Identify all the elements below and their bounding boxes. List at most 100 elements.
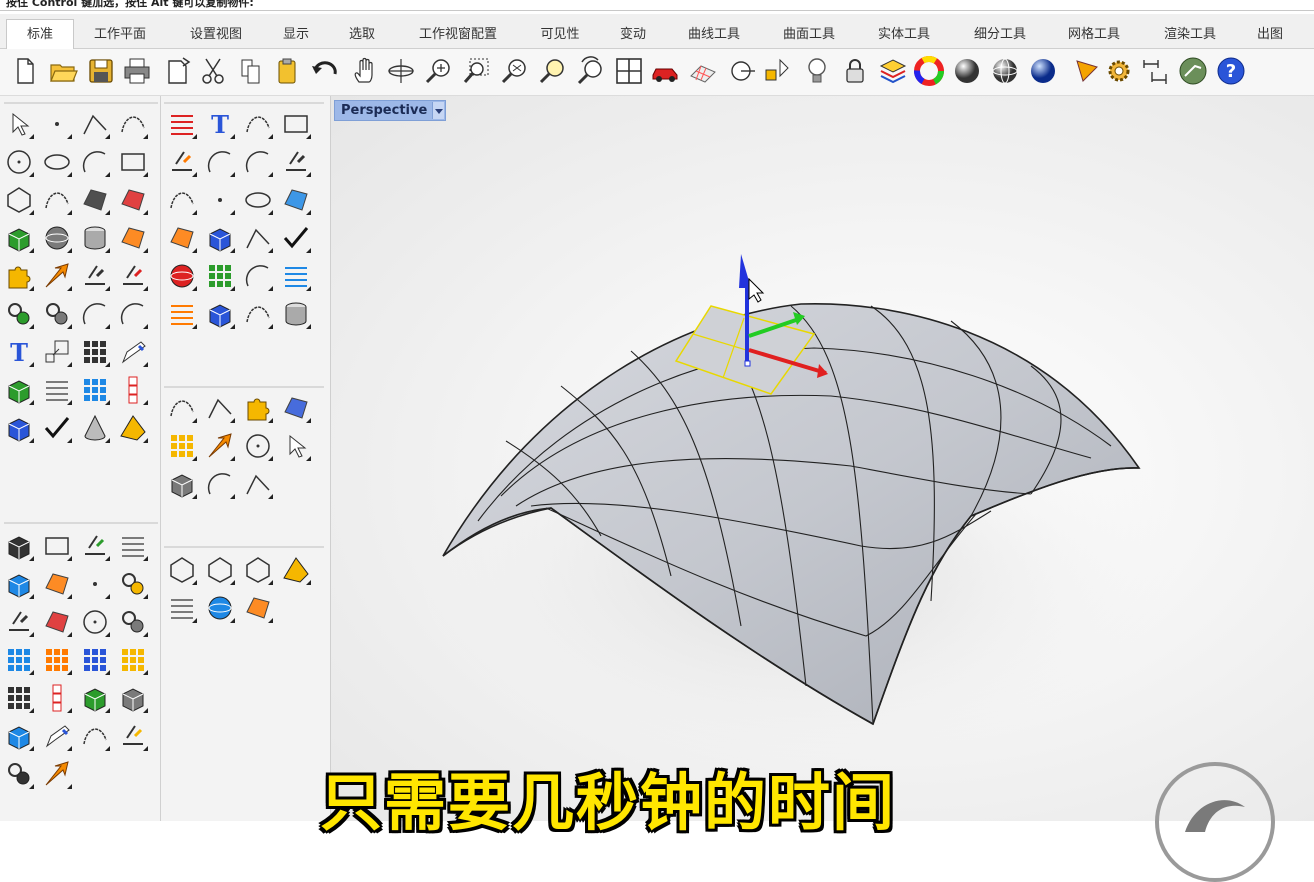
fillet-icon[interactable] — [79, 298, 111, 330]
print-icon[interactable] — [122, 56, 152, 86]
flow-along-icon[interactable] — [166, 392, 198, 424]
zebra-icon[interactable] — [242, 184, 274, 216]
edge-point-icon[interactable] — [242, 222, 274, 254]
surface-extrude-icon[interactable] — [117, 184, 149, 216]
g2-icon[interactable] — [204, 184, 236, 216]
dimension-icon[interactable] — [1140, 56, 1170, 86]
dot-grid-4-icon[interactable] — [117, 644, 149, 676]
points-on-icon[interactable] — [41, 298, 73, 330]
numbering-icon[interactable] — [204, 260, 236, 292]
arc-icon[interactable] — [79, 146, 111, 178]
tab-select[interactable]: 选取 — [340, 21, 384, 48]
surface-corner-icon[interactable] — [79, 184, 111, 216]
continuity-icon[interactable] — [166, 184, 198, 216]
cplane-origin-icon[interactable] — [726, 56, 756, 86]
rendered-sphere-icon[interactable] — [1028, 56, 1058, 86]
list-icon[interactable] — [117, 530, 149, 562]
icosahedron-icon[interactable] — [204, 554, 236, 586]
zoom-extents-icon[interactable] — [500, 56, 530, 86]
area-icon[interactable] — [280, 146, 312, 178]
scale-icon[interactable] — [41, 336, 73, 368]
scatter-icon[interactable] — [79, 568, 111, 600]
squish-icon[interactable] — [280, 392, 312, 424]
explode-icon[interactable] — [41, 260, 73, 292]
paint-bucket-icon[interactable] — [280, 298, 312, 330]
layers-icon[interactable] — [878, 56, 908, 86]
text-icon[interactable]: T — [3, 336, 35, 368]
gumball-origin[interactable] — [744, 360, 751, 367]
explode-text-icon[interactable] — [117, 720, 149, 752]
tab-viewport-layout[interactable]: 工作视窗配置 — [408, 21, 508, 48]
tab-display[interactable]: 显示 — [274, 21, 318, 48]
grasshopper-icon[interactable] — [1178, 56, 1208, 86]
sketch-icon[interactable] — [242, 298, 274, 330]
uv-box-icon[interactable] — [79, 682, 111, 714]
dot-grid-1-icon[interactable] — [3, 644, 35, 676]
check-mark-icon[interactable] — [280, 222, 312, 254]
red-arrow-icon[interactable] — [41, 758, 73, 790]
tab-set-view[interactable]: 设置视图 — [178, 21, 254, 48]
mesh-patch-icon[interactable] — [242, 592, 274, 624]
draft-icon[interactable] — [280, 184, 312, 216]
smart-join-icon[interactable] — [242, 392, 274, 424]
plug-icon[interactable] — [117, 682, 149, 714]
histogram-icon[interactable] — [166, 298, 198, 330]
xyz-icon[interactable]: T — [204, 108, 236, 140]
pan-hand-icon[interactable] — [350, 56, 380, 86]
cylinder-icon[interactable] — [79, 222, 111, 254]
black-square-icon[interactable] — [41, 530, 73, 562]
heart-icon[interactable] — [3, 606, 35, 638]
tab-visibility[interactable]: 可见性 — [530, 21, 590, 48]
tab-drafting[interactable]: 出图 — [1246, 21, 1294, 48]
rotate-360-icon[interactable] — [3, 758, 35, 790]
copy-icon[interactable] — [236, 56, 266, 86]
pick-point-icon[interactable] — [242, 260, 274, 292]
wire-sphere-icon[interactable] — [990, 56, 1020, 86]
control-points-icon[interactable] — [3, 682, 35, 714]
cplane-grid-icon[interactable] — [688, 56, 718, 86]
swirl-icon[interactable] — [117, 568, 149, 600]
sun-icon[interactable] — [79, 606, 111, 638]
join-puzzle-icon[interactable] — [3, 260, 35, 292]
chain-icon[interactable] — [117, 374, 149, 406]
tab-render-tools[interactable]: 渲染工具 — [1152, 21, 1228, 48]
cone-icon[interactable] — [79, 412, 111, 444]
open-folder-icon[interactable] — [48, 56, 78, 86]
spiral-icon[interactable] — [79, 720, 111, 752]
shell-select-icon[interactable] — [41, 568, 73, 600]
shaded-sphere-icon[interactable] — [952, 56, 982, 86]
zoom-icon[interactable] — [242, 430, 274, 462]
offset-icon[interactable] — [117, 298, 149, 330]
split-icon[interactable] — [117, 260, 149, 292]
command-prompt-bar[interactable]: 按住 Control 键加选，按住 Alt 键可以复制物件: — [0, 0, 1314, 11]
light-bulb-icon[interactable] — [802, 56, 832, 86]
gridsnap-icon[interactable] — [280, 260, 312, 292]
dot-grid-2-icon[interactable] — [41, 644, 73, 676]
curvature-analysis-icon[interactable] — [166, 222, 198, 254]
cplane-icon[interactable] — [166, 108, 198, 140]
array-icon[interactable] — [79, 336, 111, 368]
ellipse-icon[interactable] — [41, 146, 73, 178]
polygon-icon[interactable] — [3, 184, 35, 216]
set-object-icon[interactable] — [762, 56, 792, 86]
dodecahedron-icon[interactable] — [166, 554, 198, 586]
cut-icon[interactable] — [198, 56, 228, 86]
delete-icon[interactable] — [166, 260, 198, 292]
save-icon[interactable] — [86, 56, 116, 86]
grid-array-icon[interactable] — [79, 374, 111, 406]
satellite-icon[interactable] — [204, 430, 236, 462]
filter-icon[interactable] — [79, 530, 111, 562]
paint-brush-icon[interactable] — [41, 720, 73, 752]
curvature-icon[interactable] — [242, 108, 274, 140]
undo-view-icon[interactable] — [576, 56, 606, 86]
lock-icon[interactable] — [840, 56, 870, 86]
pyramid-icon[interactable] — [117, 412, 149, 444]
tab-cplanes[interactable]: 工作平面 — [84, 21, 156, 48]
select-icon[interactable] — [3, 108, 35, 140]
new-file-icon[interactable] — [10, 56, 40, 86]
rectangle-icon[interactable] — [117, 146, 149, 178]
shell-icon[interactable] — [3, 412, 35, 444]
mirror-icon[interactable] — [117, 336, 149, 368]
twist-icon[interactable] — [204, 468, 236, 500]
diameter-icon[interactable] — [204, 146, 236, 178]
